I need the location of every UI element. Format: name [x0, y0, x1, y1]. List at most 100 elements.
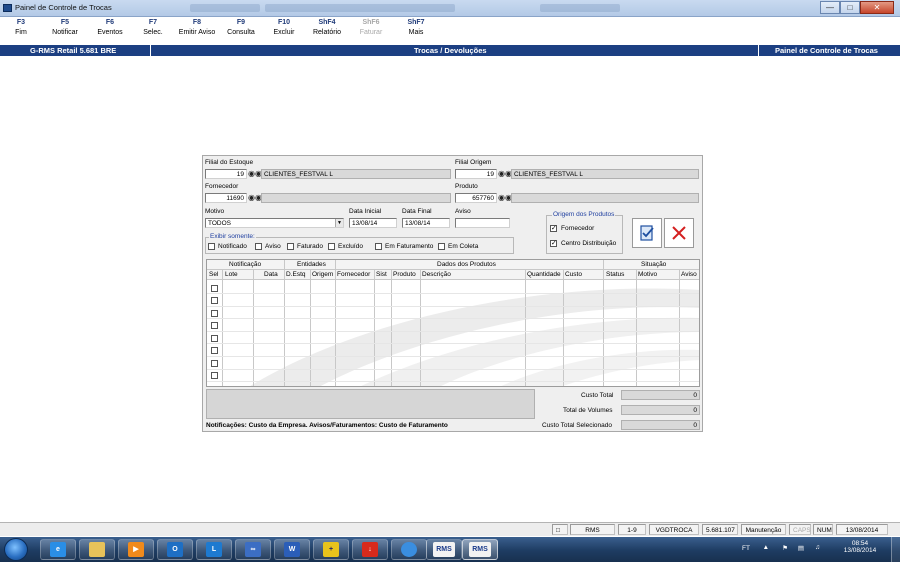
app-icon[interactable]: + [313, 539, 349, 560]
em-faturamento-checkbox[interactable] [375, 243, 382, 250]
row-select-checkbox[interactable] [211, 310, 218, 317]
tray-language[interactable]: FT [742, 545, 750, 552]
shf4-relatorio-button[interactable]: ShF4 Relatório [308, 19, 346, 36]
shf7-mais-button[interactable]: ShF7 Mais [400, 19, 432, 36]
filial-origem-code-input[interactable]: 19 [455, 169, 497, 179]
status-app: RMS [570, 524, 615, 535]
col-motivo[interactable]: Motivo [638, 271, 657, 278]
fornecedor-code-input[interactable]: 11690 [205, 193, 247, 203]
grid-column-header [207, 270, 699, 280]
col-sist[interactable]: Sist [376, 271, 387, 278]
data-final-input[interactable]: 13/08/14 [402, 218, 450, 228]
f9-consulta-button[interactable]: F9 Consulta [224, 19, 258, 36]
filial-origem-label: Filial Origem [455, 159, 492, 166]
filial-origem-name-field: CLIENTES_FESTVAL L [511, 169, 699, 179]
pdf-icon[interactable]: ↓ [352, 539, 388, 560]
row-select-checkbox[interactable] [211, 297, 218, 304]
rms-icon[interactable]: RMS [426, 539, 462, 560]
flag-icon[interactable]: ⚑ [782, 544, 788, 552]
chrome-icon[interactable] [391, 539, 427, 560]
col-status[interactable]: Status [606, 271, 624, 278]
data-inicial-input[interactable]: 13/08/14 [349, 218, 397, 228]
f5-notificar-button[interactable]: F5 Notificar [47, 19, 83, 36]
faturado-checkbox[interactable] [287, 243, 294, 250]
fornecedor-checkbox[interactable]: ✓ [550, 225, 557, 232]
lync-icon[interactable]: L [196, 539, 232, 560]
show-desktop-button[interactable] [891, 537, 900, 562]
filial-estoque-label: Filial do Estoque [205, 159, 254, 166]
shf6-faturar-button[interactable]: ShF6 Faturar [355, 19, 387, 36]
col-descricao[interactable]: Descrição [422, 271, 451, 278]
start-button[interactable] [4, 538, 28, 561]
ie-icon[interactable]: e [40, 539, 76, 560]
show-hidden-icons-icon[interactable]: ▲ [763, 544, 769, 551]
row-select-checkbox[interactable] [211, 372, 218, 379]
window-title-bar: Painel de Controle de Trocas — □ ✕ [0, 0, 900, 17]
rms-icon-active[interactable]: RMS [462, 539, 498, 560]
centro-distribuicao-checkbox[interactable]: ✓ [550, 240, 557, 247]
function-toolbar: F3 Fim F5 Notificar F6 Eventos F7 Selec. F8 E… [0, 17, 900, 44]
confirm-filter-button[interactable] [632, 218, 662, 248]
binoculars-search-icon[interactable]: ◉◉ [248, 193, 262, 203]
trocas-grid: Notificação Entidades Dados dos Produtos… [206, 259, 700, 387]
aviso-checkbox[interactable] [255, 243, 262, 250]
close-button[interactable]: ✕ [860, 1, 894, 14]
explorer-icon[interactable] [79, 539, 115, 560]
row-select-checkbox[interactable] [211, 335, 218, 342]
col-quantidade[interactable]: Quantidade [527, 271, 561, 278]
row-select-checkbox[interactable] [211, 347, 218, 354]
col-custo[interactable]: Custo [565, 271, 582, 278]
origem-produtos-label: Origem dos Produtos [552, 211, 616, 218]
word-icon[interactable]: W [274, 539, 310, 560]
binoculars-search-icon[interactable]: ◉◉ [248, 169, 262, 179]
binoculars-search-icon[interactable]: ◉◉ [498, 169, 512, 179]
aviso-input[interactable] [455, 218, 510, 228]
outlook-icon[interactable]: O [157, 539, 193, 560]
data-final-label: Data Final [402, 208, 432, 215]
col-fornecedor[interactable]: Fornecedor [337, 271, 370, 278]
status-mode: Manutenção [741, 524, 786, 535]
grid-row-line [207, 293, 699, 294]
f3-fim-button[interactable]: F3 Fim [10, 19, 32, 36]
col-data[interactable]: Data [264, 271, 278, 278]
row-select-checkbox[interactable] [211, 322, 218, 329]
col-aviso[interactable]: Aviso [681, 271, 697, 278]
minimize-button[interactable]: — [820, 1, 840, 14]
produto-label: Produto [455, 183, 478, 190]
filial-estoque-name-field: CLIENTES_FESTVAL L [261, 169, 451, 179]
cancel-filter-button[interactable] [664, 218, 694, 248]
f6-eventos-button[interactable]: F6 Eventos [93, 19, 127, 36]
em-coleta-checkbox[interactable] [438, 243, 445, 250]
f7-selec-button[interactable]: F7 Selec. [140, 19, 166, 36]
excluido-checkbox[interactable] [328, 243, 335, 250]
exibir-somente-group: Exibir somente: Notificado Aviso Faturad… [205, 233, 514, 254]
custo-total-selecionado-value: 0 [621, 420, 700, 430]
col-produto[interactable]: Produto [393, 271, 416, 278]
produto-code-input[interactable]: 657760 [455, 193, 497, 203]
group-dados-produtos: Dados dos Produtos [437, 261, 496, 268]
network-icon[interactable]: ▤ [798, 544, 804, 552]
media-icon[interactable]: ▶ [118, 539, 154, 560]
chevron-down-icon[interactable]: ▼ [335, 219, 343, 227]
grid-line [284, 260, 285, 386]
inactive-tab-ghost [190, 4, 260, 12]
f10-excluir-button[interactable]: F10 Excluir [268, 19, 300, 36]
f8-emitir-aviso-button[interactable]: F8 Emitir Aviso [175, 19, 219, 36]
row-select-checkbox[interactable] [211, 360, 218, 367]
screen-title: Painel de Controle de Trocas [775, 46, 878, 55]
col-sel[interactable]: Sel [209, 271, 218, 278]
tray-clock[interactable]: 08:54 13/08/2014 [842, 540, 878, 554]
row-select-checkbox[interactable] [211, 285, 218, 292]
binoculars-search-icon[interactable]: ◉◉ [498, 193, 512, 203]
maximize-button[interactable]: □ [840, 1, 860, 14]
col-lote[interactable]: Lote [225, 271, 238, 278]
motivo-select[interactable]: TODOS ▼ [205, 218, 344, 228]
header-separator [758, 45, 759, 56]
notificado-checkbox[interactable] [208, 243, 215, 250]
link-icon[interactable]: ∞ [235, 539, 271, 560]
col-d-estq[interactable]: D.Estq [286, 271, 306, 278]
faturado-checkbox-label: Faturado [297, 243, 324, 250]
volume-icon[interactable]: ♫ [815, 544, 820, 551]
col-origem[interactable]: Origem [312, 271, 333, 278]
filial-estoque-code-input[interactable]: 19 [205, 169, 247, 179]
